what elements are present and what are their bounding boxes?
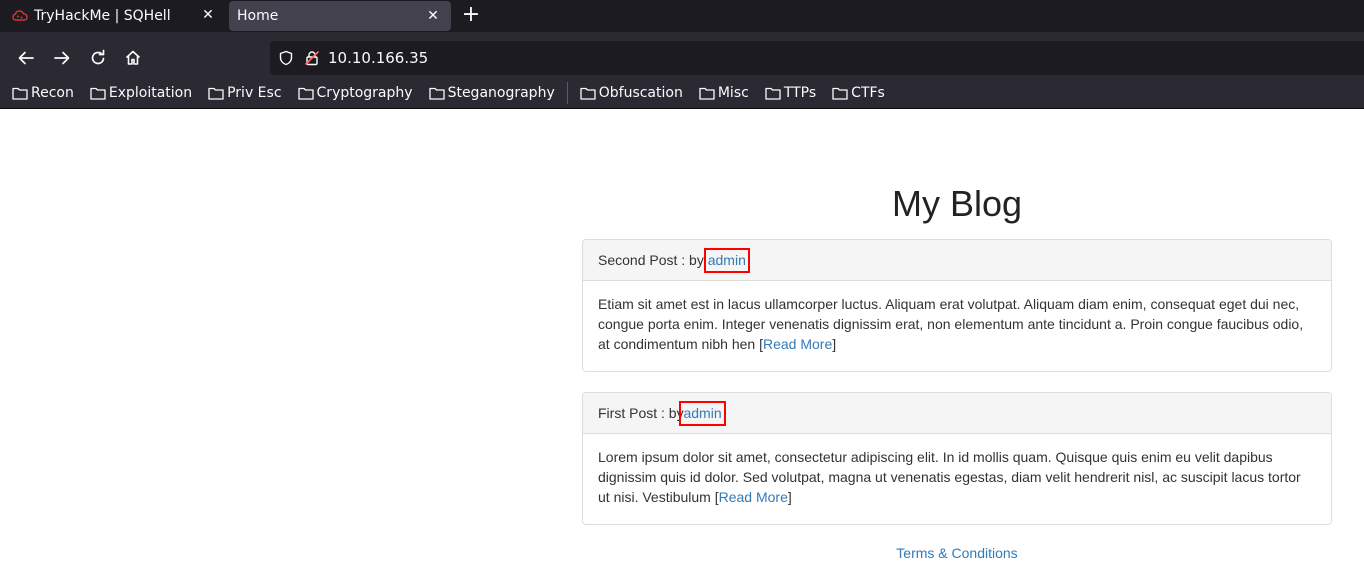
bookmark-folder-ctfs[interactable]: CTFs	[832, 81, 889, 105]
bookmark-folder-obfuscation[interactable]: Obfuscation	[580, 81, 687, 105]
bookmark-label: Misc	[717, 85, 749, 101]
post-heading: Second Post : by admin	[583, 240, 1331, 281]
tab-tryhackme[interactable]: TryHackMe | SQHell ✕	[0, 0, 226, 32]
url-bar[interactable]: 10.10.166.35	[270, 41, 1364, 75]
footer: Terms & Conditions	[582, 545, 1332, 561]
author-highlight-box: admin	[679, 400, 726, 426]
read-more-link[interactable]: Read More	[763, 336, 832, 352]
bookmark-folder-exploitation[interactable]: Exploitation	[90, 81, 196, 105]
folder-icon	[832, 86, 848, 100]
folder-icon	[580, 86, 596, 100]
post-panel: First Post : by admin Lorem ipsum dolor …	[582, 392, 1332, 525]
folder-icon	[90, 86, 106, 100]
bookmark-label: Priv Esc	[227, 85, 282, 101]
post-body: Lorem ipsum dolor sit amet, consectetur …	[583, 434, 1331, 507]
author-link[interactable]: admin	[708, 252, 746, 268]
folder-icon	[428, 86, 445, 100]
tab-title: Home	[237, 8, 279, 24]
forward-arrow-icon[interactable]	[50, 46, 74, 70]
bookmark-folder-recon[interactable]: Recon	[12, 81, 78, 105]
post-excerpt: Lorem ipsum dolor sit amet, consectetur …	[598, 449, 1301, 505]
browser-chrome: TryHackMe | SQHell ✕ Home ✕ + 10.10.166.…	[0, 0, 1364, 109]
terms-conditions-link[interactable]: Terms & Conditions	[896, 545, 1017, 561]
post-heading-text: First Post : by	[598, 405, 688, 421]
folder-icon	[699, 86, 715, 100]
bookmark-folder-priv-esc[interactable]: Priv Esc	[208, 81, 285, 105]
home-icon[interactable]	[121, 46, 145, 70]
tab-title: TryHackMe | SQHell	[34, 8, 171, 24]
post-heading: First Post : by admin	[583, 393, 1331, 434]
bookmark-label: Exploitation	[108, 85, 193, 101]
tab-home[interactable]: Home ✕	[229, 1, 451, 31]
author-highlight-box: admin	[703, 247, 750, 273]
folder-icon	[297, 86, 314, 100]
bookmark-label: TTPs	[783, 85, 817, 101]
tracking-shield-icon[interactable]	[278, 50, 294, 66]
back-arrow-icon[interactable]	[14, 46, 38, 70]
reload-icon[interactable]	[86, 46, 110, 70]
bookmark-label: Recon	[31, 85, 74, 101]
insecure-lock-icon[interactable]	[304, 50, 320, 66]
tryhackme-cloud-icon	[12, 8, 28, 24]
post-body: Etiam sit amet est in lacus ullamcorper …	[583, 281, 1331, 354]
bookmarks-toolbar: Recon Exploitation Priv Esc Cryptography…	[0, 80, 1364, 106]
post-panel: Second Post : by admin Etiam sit amet es…	[582, 239, 1332, 372]
author-link[interactable]: admin	[683, 405, 721, 421]
folder-icon	[208, 86, 224, 100]
bookmark-separator	[566, 82, 568, 104]
bookmark-label: Obfuscation	[598, 85, 683, 101]
bookmark-folder-misc[interactable]: Misc	[699, 81, 753, 105]
navigation-bar: 10.10.166.35	[0, 38, 1364, 78]
close-tab-icon[interactable]: ✕	[200, 7, 216, 23]
bookmark-label: CTFs	[851, 85, 885, 101]
page-content: My Blog Second Post : by admin Etiam sit…	[0, 109, 1364, 583]
bookmark-folder-cryptography[interactable]: Cryptography	[297, 81, 417, 105]
bookmark-label: Steganography	[447, 85, 555, 101]
close-tab-icon[interactable]: ✕	[425, 8, 441, 24]
bracket-close: ]	[832, 336, 837, 352]
bookmark-folder-ttps[interactable]: TTPs	[765, 81, 820, 105]
folder-icon	[765, 86, 781, 100]
url-text[interactable]: 10.10.166.35	[328, 49, 428, 67]
post-heading-text: Second Post : by	[598, 252, 708, 268]
bracket-close: ]	[787, 489, 792, 505]
bookmark-folder-steganography[interactable]: Steganography	[428, 81, 559, 105]
post-excerpt: Etiam sit amet est in lacus ullamcorper …	[598, 296, 1304, 352]
new-tab-plus-icon[interactable]: +	[460, 4, 482, 27]
folder-icon	[12, 86, 28, 100]
bookmark-label: Cryptography	[316, 85, 413, 101]
tab-bar: TryHackMe | SQHell ✕ Home ✕ +	[0, 0, 1364, 32]
page-title: My Blog	[891, 183, 1023, 224]
read-more-link[interactable]: Read More	[719, 489, 788, 505]
